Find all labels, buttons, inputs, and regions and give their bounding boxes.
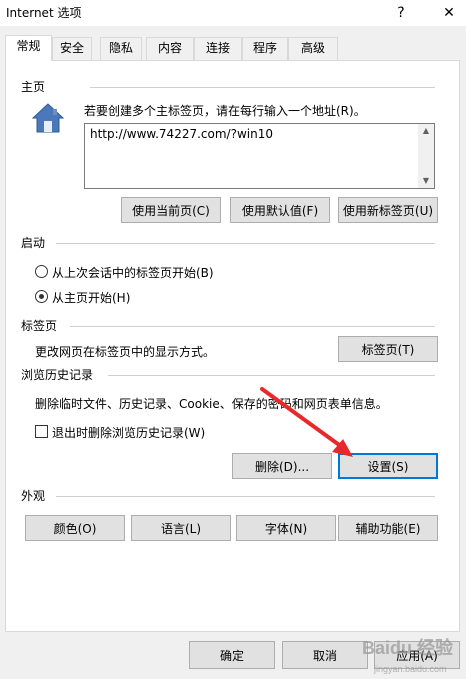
languages-button[interactable]: 语言(L) [131,515,231,541]
history-separator [108,375,435,376]
tab-general[interactable]: 常规 [5,35,52,61]
tabs-section-title: 标签页 [21,319,58,333]
window-title: Internet 选项 [6,6,82,20]
appearance-separator [56,496,435,497]
delete-on-exit-checkbox[interactable] [35,425,48,438]
homepage-description: 若要创建多个主标签页，请在每行输入一个地址(R)。 [84,104,366,118]
help-button[interactable]: ? [386,2,416,24]
tabs-section-separator [70,326,435,327]
tab-privacy[interactable]: 隐私 [100,37,142,60]
tab-security[interactable]: 安全 [52,37,92,60]
history-title: 浏览历史记录 [21,368,94,382]
use-new-tab-button[interactable]: 使用新标签页(U) [338,197,438,223]
scroll-up-icon[interactable]: ▲ [418,124,434,138]
scroll-down-icon[interactable]: ▼ [418,174,434,188]
startup-radio-homepage[interactable] [35,290,48,303]
delete-on-exit-label: 退出时删除浏览历史记录(W) [52,426,206,440]
homepage-separator [90,87,435,88]
fonts-button[interactable]: 字体(N) [236,515,336,541]
help-icon: ? [397,5,405,21]
use-default-button[interactable]: 使用默认值(F) [230,197,330,223]
history-description: 删除临时文件、历史记录、Cookie、保存的密码和网页表单信息。 [35,397,388,411]
startup-title: 启动 [21,236,46,250]
tabs-section-description: 更改网页在标签页中的显示方式。 [35,345,216,359]
close-icon: ✕ [443,5,455,21]
tab-programs[interactable]: 程序 [242,37,288,60]
tab-content[interactable]: 内容 [146,37,194,60]
tab-connections[interactable]: 连接 [194,37,242,60]
homepage-url-value: http://www.74227.com/?win10 [90,127,273,141]
homepage-url-input[interactable]: http://www.74227.com/?win10 [84,123,435,189]
close-button[interactable]: ✕ [434,2,464,24]
appearance-title: 外观 [21,489,46,503]
delete-history-button[interactable]: 删除(D)... [232,453,332,479]
baidu-watermark: Baidu 经验 jingyan.baidu.com [358,628,466,679]
homepage-title: 主页 [21,80,46,94]
homepage-url-scrollbar[interactable]: ▲ ▼ [418,124,434,188]
watermark-logo-text: Baidu 经验 [362,637,454,658]
startup-option-last-session: 从上次会话中的标签页开始(B) [52,266,214,280]
startup-radio-last-session[interactable] [35,265,48,278]
tabs-settings-button[interactable]: 标签页(T) [338,336,438,362]
startup-option-homepage: 从主页开始(H) [52,291,131,305]
history-settings-button[interactable]: 设置(S) [338,453,438,479]
tab-advanced[interactable]: 高级 [288,37,338,60]
ok-button[interactable]: 确定 [189,641,275,669]
use-current-button[interactable]: 使用当前页(C) [121,197,221,223]
startup-separator [56,243,435,244]
home-icon [30,101,66,137]
radio-selected-dot [39,294,44,299]
colors-button[interactable]: 颜色(O) [25,515,125,541]
accessibility-button[interactable]: 辅助功能(E) [338,515,438,541]
watermark-url: jingyan.baidu.com [373,664,447,674]
cancel-button[interactable]: 取消 [282,641,368,669]
